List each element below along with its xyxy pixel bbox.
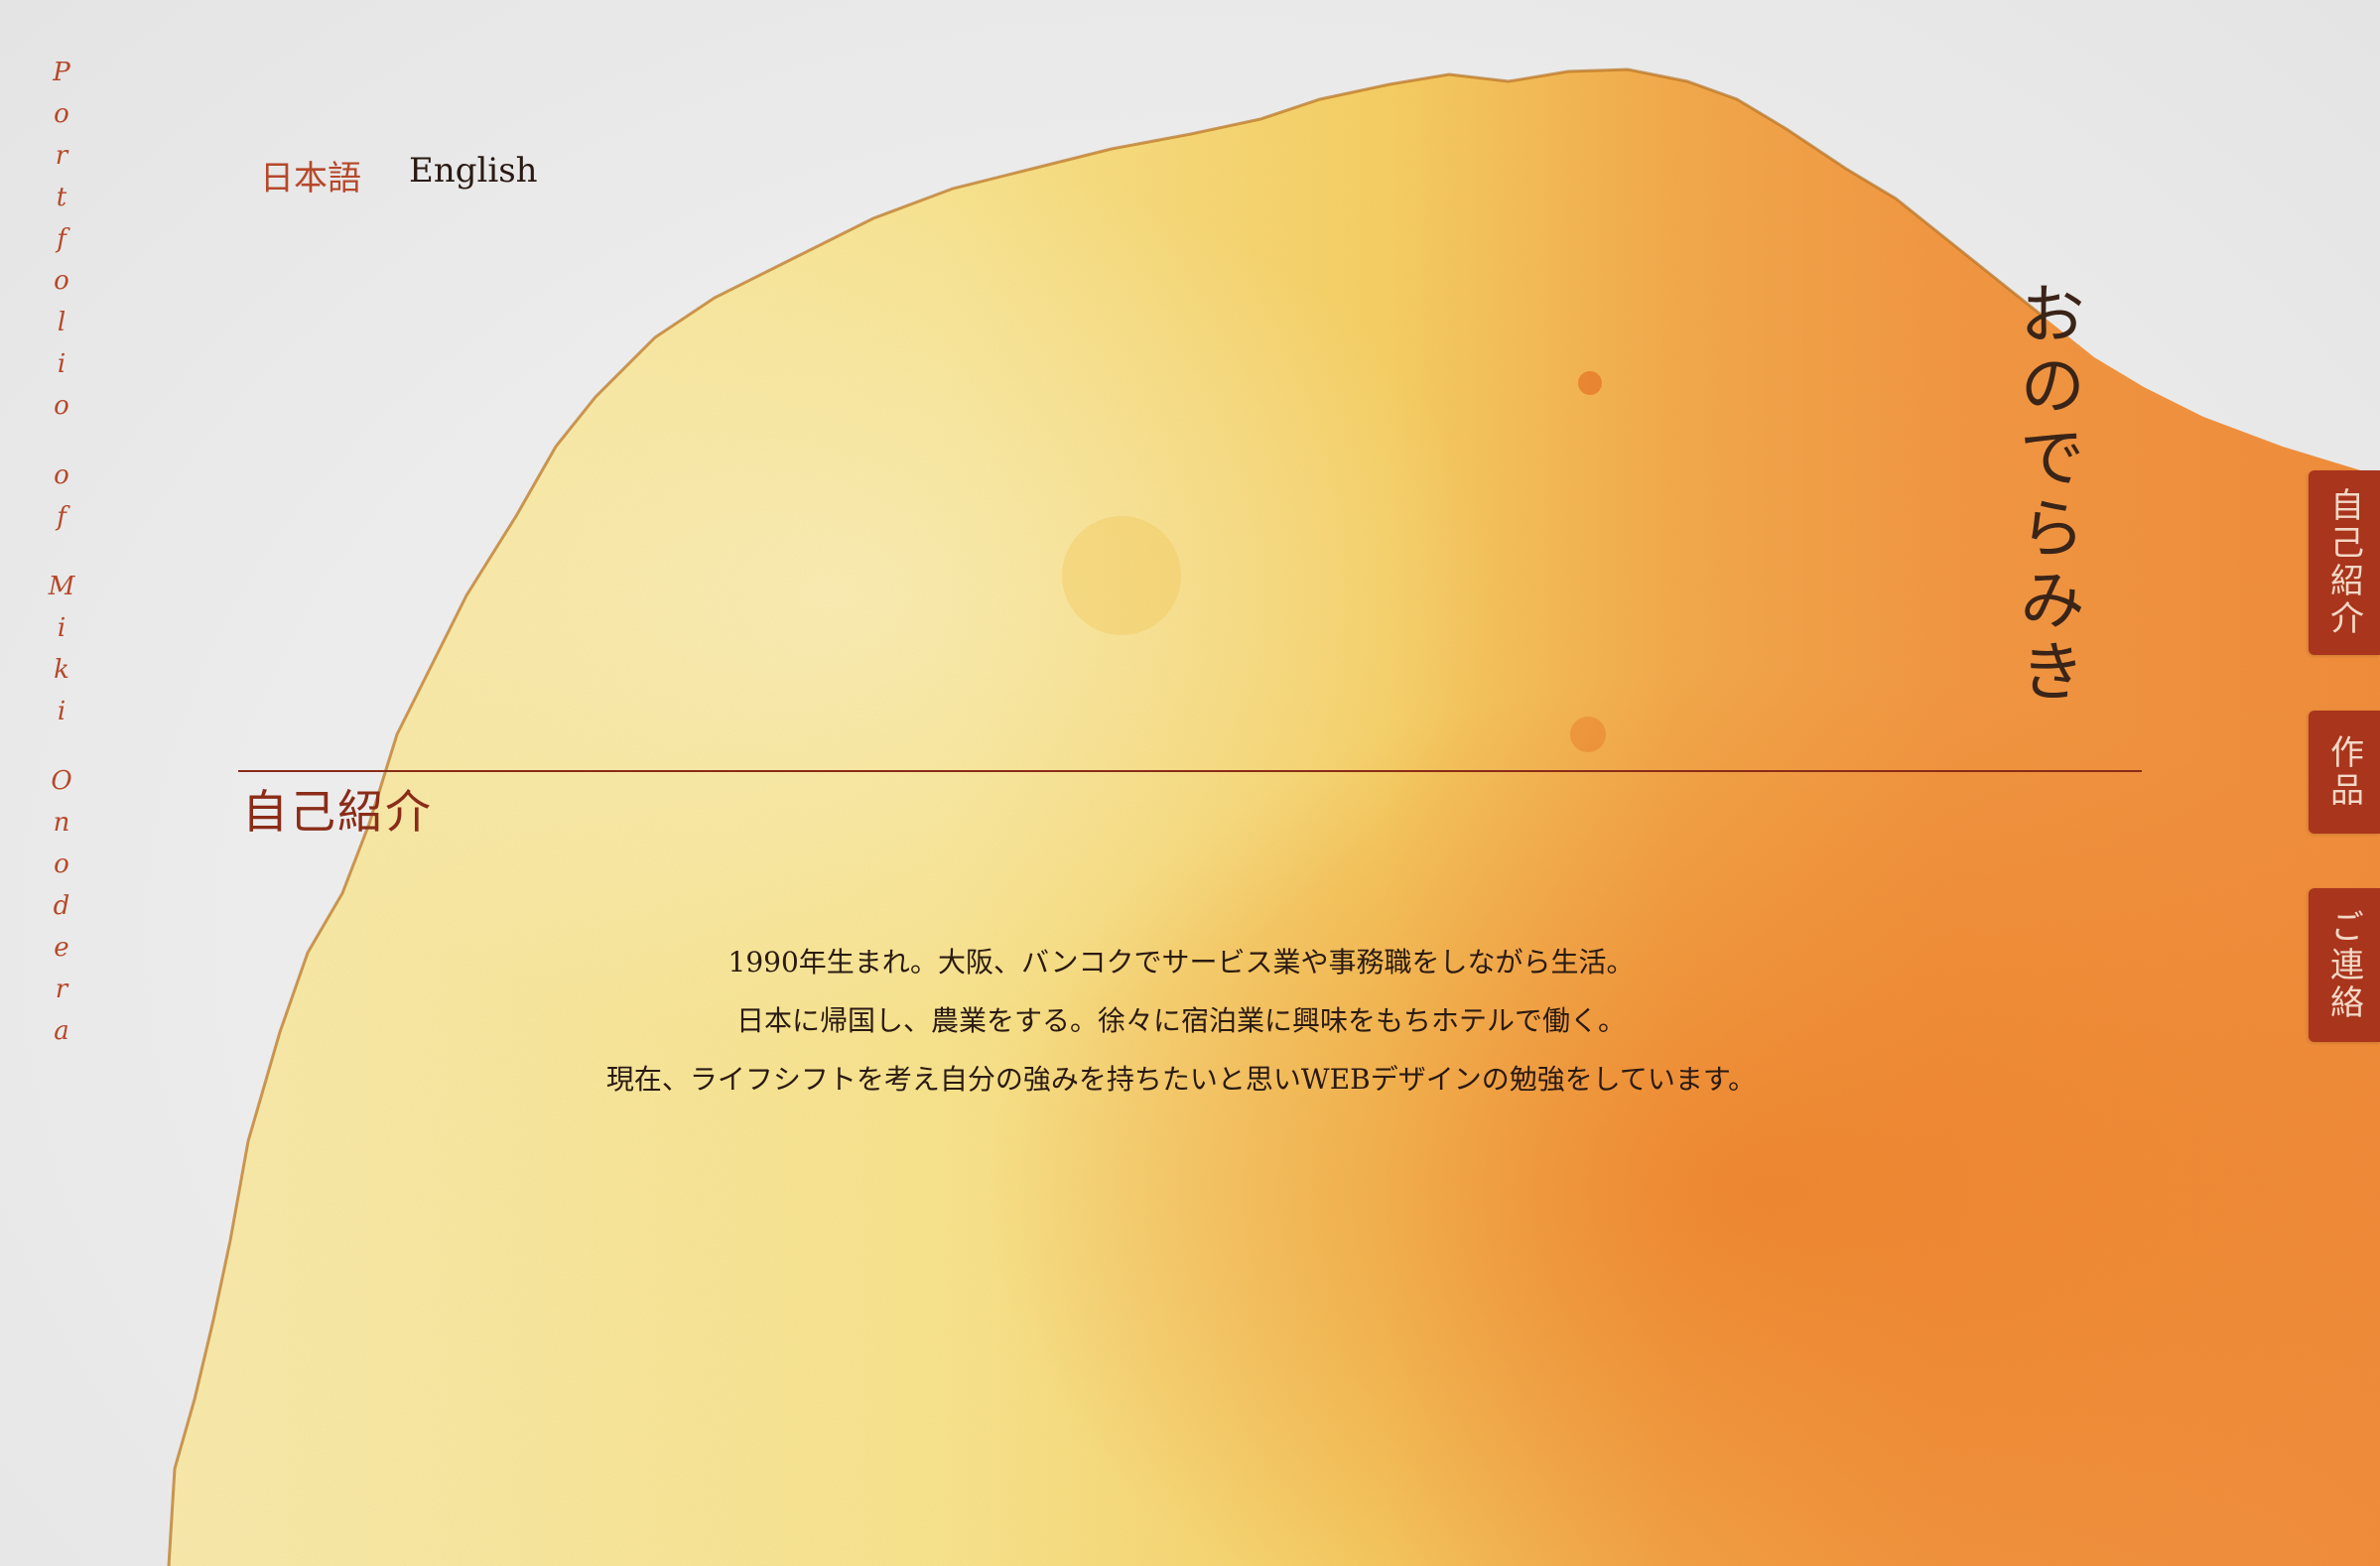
language-switcher: 日本語 English (260, 151, 538, 199)
title-letter: r (55, 975, 68, 1004)
section-divider (238, 770, 2142, 772)
title-letter: n (53, 808, 70, 838)
title-letter: a (54, 1016, 69, 1046)
title-letter: t (56, 183, 67, 212)
title-letter: o (54, 849, 69, 879)
page-background: P o r t f o l i o o f M i k i O n o d e … (0, 0, 2380, 1566)
title-letter: k (54, 655, 69, 685)
intro-line: 1990年生まれ。大阪、バンコクでサービス業や事務職をしながら生活。 (727, 946, 1635, 979)
lang-english-link[interactable]: English (409, 151, 538, 199)
title-letter: f (57, 224, 66, 254)
title-letter: i (57, 349, 66, 379)
title-letter: r (55, 141, 68, 171)
nav-tab-contact[interactable]: ご連絡 (2309, 888, 2380, 1042)
title-letter: O (51, 766, 72, 796)
title-letter: e (54, 933, 69, 963)
title-letter: d (53, 891, 70, 921)
portfolio-vertical-title: P o r t f o l i o o f M i k i O n o d e … (40, 52, 83, 1052)
nav-tab-about[interactable]: 自己紹介 (2309, 470, 2380, 655)
nav-tab-works[interactable]: 作品 (2309, 711, 2380, 834)
title-letter: o (54, 460, 69, 490)
title-letter: l (57, 308, 66, 337)
title-letter: P (53, 58, 70, 87)
section-title: 自己紹介 (242, 785, 433, 839)
title-letter: o (54, 391, 69, 421)
intro-text: 1990年生まれ。大阪、バンコクでサービス業や事務職をしながら生活。 日本に帰国… (377, 933, 1985, 1109)
author-name: おのでらみき (2009, 280, 2085, 709)
intro-line: 日本に帰国し、農業をする。徐々に宿泊業に興味をもちホテルで働く。 (735, 1004, 1626, 1037)
title-letter: o (54, 99, 69, 129)
title-letter: i (57, 697, 66, 726)
title-letter: f (57, 502, 66, 532)
title-letter: i (57, 613, 66, 643)
title-letter: o (54, 266, 69, 296)
lang-japanese-link[interactable]: 日本語 (260, 151, 361, 199)
intro-line: 現在、ライフシフトを考え自分の強みを持ちたいと思いWEBデザインの勉強をしていま… (605, 1063, 1757, 1096)
title-letter: M (48, 572, 75, 601)
